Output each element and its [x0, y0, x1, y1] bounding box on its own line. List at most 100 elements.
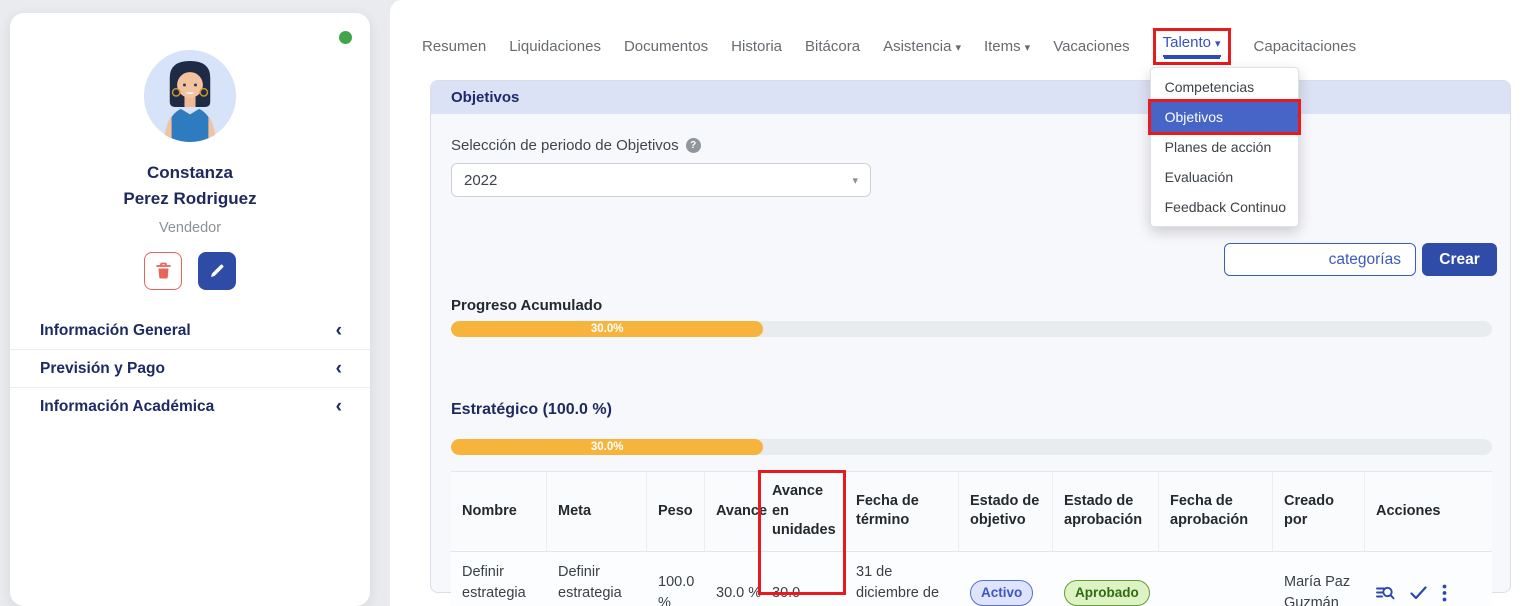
pencil-icon: [209, 263, 225, 279]
cell-estado-de-aprobacion: Aprobado: [1053, 552, 1159, 606]
annotation-box-talento: Talento▾ Competencias Objetivos Planes d…: [1153, 28, 1231, 65]
progress-total-value: 30.0%: [591, 323, 624, 335]
col-header-estado-de-objetivo: Estado de objetivo: [959, 472, 1053, 551]
person-last-name: Perez Rodriguez: [60, 186, 320, 212]
strategic-progress-fill: 30.0%: [451, 439, 763, 455]
caret-down-icon: ▾: [852, 174, 858, 187]
check-icon: [1410, 586, 1427, 600]
col-header-fecha-de-termino: Fecha de término: [845, 472, 959, 551]
objetivos-panel: Objetivos Selección de periodo de Objeti…: [430, 80, 1511, 593]
talento-dropdown-menu: Competencias Objetivos Planes de acción …: [1150, 67, 1299, 227]
tab-liquidaciones[interactable]: Liquidaciones: [509, 38, 601, 55]
menu-item-feedback-continuo[interactable]: Feedback Continuo: [1151, 192, 1298, 222]
cell-estado-de-objetivo: Activo: [959, 552, 1053, 606]
caret-down-icon: ▾: [955, 42, 961, 54]
profile-card: Constanza Perez Rodriguez Vendedor Infor…: [10, 13, 370, 606]
tab-label: Asistencia: [883, 38, 951, 55]
col-header-creado-por: Creado por: [1273, 472, 1365, 551]
create-button[interactable]: Crear: [1422, 243, 1497, 276]
kebab-menu-icon: [1442, 584, 1447, 602]
sidebar-item-informacion-general[interactable]: Información General ‹: [10, 312, 370, 349]
tab-resumen[interactable]: Resumen: [422, 38, 486, 55]
tab-capacitaciones[interactable]: Capacitaciones: [1254, 38, 1357, 55]
cell-acciones: [1365, 552, 1492, 606]
chevron-collapsed-icon: ‹: [336, 359, 342, 378]
tab-talento[interactable]: Talento ▾: [1163, 34, 1221, 57]
cell-nombre: Definir estrategia 2027: [451, 552, 547, 606]
col-header-estado-de-aprobacion: Estado de aprobación: [1053, 472, 1159, 551]
progress-total-fill: 30.0%: [451, 321, 763, 337]
col-header-fecha-de-aprobacion: Fecha de aprobación: [1159, 472, 1273, 551]
table-header-row: Nombre Meta Peso Avance Avance en unidad…: [451, 471, 1492, 552]
col-header-avance-en-unidades: Avance en unidades: [761, 472, 845, 551]
create-button-label: Crear: [1439, 251, 1480, 269]
period-label-row: Selección de periodo de Objetivos ?: [451, 114, 1490, 154]
profile-accordion: Información General ‹ Previsión y Pago ‹…: [10, 312, 370, 425]
col-header-avance: Avance: [705, 472, 761, 551]
cell-fecha-de-aprobacion: [1159, 552, 1273, 606]
strategic-progress-value: 30.0%: [591, 441, 624, 453]
tab-vacaciones[interactable]: Vacaciones: [1053, 38, 1129, 55]
strategic-progress-bar: 30.0%: [451, 439, 1492, 455]
online-status-dot: [339, 31, 352, 44]
view-details-button[interactable]: [1376, 585, 1395, 602]
col-header-nombre: Nombre: [451, 472, 547, 551]
caret-down-icon: ▾: [1025, 42, 1031, 54]
chevron-collapsed-icon: ‹: [336, 397, 342, 416]
col-header-meta: Meta: [547, 472, 647, 551]
profile-actions: [10, 252, 370, 290]
panel-title: Objetivos: [451, 89, 519, 106]
sidebar-item-prevision-y-pago[interactable]: Previsión y Pago ‹: [10, 349, 370, 387]
person-first-name: Constanza: [60, 160, 320, 186]
col-header-peso: Peso: [647, 472, 705, 551]
menu-item-objetivos[interactable]: Objetivos: [1151, 102, 1298, 132]
chevron-collapsed-icon: ‹: [336, 321, 342, 340]
categories-button-label: categorías: [1329, 251, 1401, 269]
section-label: Previsión y Pago: [40, 360, 165, 378]
person-name: Constanza Perez Rodriguez: [60, 160, 320, 211]
caret-down-icon: ▾: [1215, 38, 1221, 50]
tab-label: Talento: [1163, 34, 1211, 51]
strategic-section-title: Estratégico (100.0 %): [451, 401, 612, 419]
help-icon[interactable]: ?: [686, 138, 701, 153]
status-badge-aprobado: Aprobado: [1064, 580, 1150, 606]
menu-item-competencias[interactable]: Competencias: [1151, 72, 1298, 102]
trash-icon: [155, 262, 172, 280]
edit-employee-button[interactable]: [198, 252, 236, 290]
period-select-label: Selección de periodo de Objetivos: [451, 137, 679, 154]
cell-creado-por: María Paz Guzmán: [1273, 552, 1365, 606]
cell-fecha-de-termino: 31 de diciembre de 2023: [845, 552, 959, 606]
section-label: Información General: [40, 322, 191, 340]
avatar-illustration: [144, 50, 236, 142]
progress-total-label: Progreso Acumulado: [451, 297, 602, 314]
tab-documentos[interactable]: Documentos: [624, 38, 708, 55]
search-list-icon: [1376, 585, 1395, 602]
period-select-value: 2022: [464, 172, 497, 189]
tab-historia[interactable]: Historia: [731, 38, 782, 55]
table-row: Definir estrategia 2027 Definir estrateg…: [451, 552, 1492, 606]
delete-employee-button[interactable]: [144, 252, 182, 290]
panel-header: Objetivos: [431, 81, 1510, 114]
menu-item-planes-de-accion[interactable]: Planes de acción: [1151, 132, 1298, 162]
tab-bitacora[interactable]: Bitácora: [805, 38, 860, 55]
cell-avance: 30.0 %: [705, 552, 761, 606]
objectives-table: Nombre Meta Peso Avance Avance en unidad…: [451, 471, 1492, 606]
progress-total-bar: 30.0%: [451, 321, 1492, 337]
status-badge-activo: Activo: [970, 580, 1033, 606]
sidebar-item-informacion-academica[interactable]: Información Académica ‹: [10, 387, 370, 425]
tab-items[interactable]: Items ▾: [984, 38, 1030, 55]
col-header-acciones: Acciones: [1365, 472, 1492, 551]
section-label: Información Académica: [40, 398, 214, 416]
period-select[interactable]: 2022 ▾: [451, 163, 871, 197]
panel-body: Selección de periodo de Objetivos ? 2022…: [431, 114, 1510, 592]
person-role: Vendedor: [10, 220, 370, 236]
approve-button[interactable]: [1410, 586, 1427, 600]
menu-item-evaluacion[interactable]: Evaluación: [1151, 162, 1298, 192]
tab-label: Items: [984, 38, 1021, 55]
more-options-button[interactable]: [1442, 584, 1447, 602]
avatar: [144, 50, 236, 142]
cell-avance-en-unidades: 30.0: [761, 552, 845, 606]
cell-meta: Definir estrategia 2027: [547, 552, 647, 606]
categories-button[interactable]: categorías: [1224, 243, 1416, 276]
tab-asistencia[interactable]: Asistencia ▾: [883, 38, 961, 55]
